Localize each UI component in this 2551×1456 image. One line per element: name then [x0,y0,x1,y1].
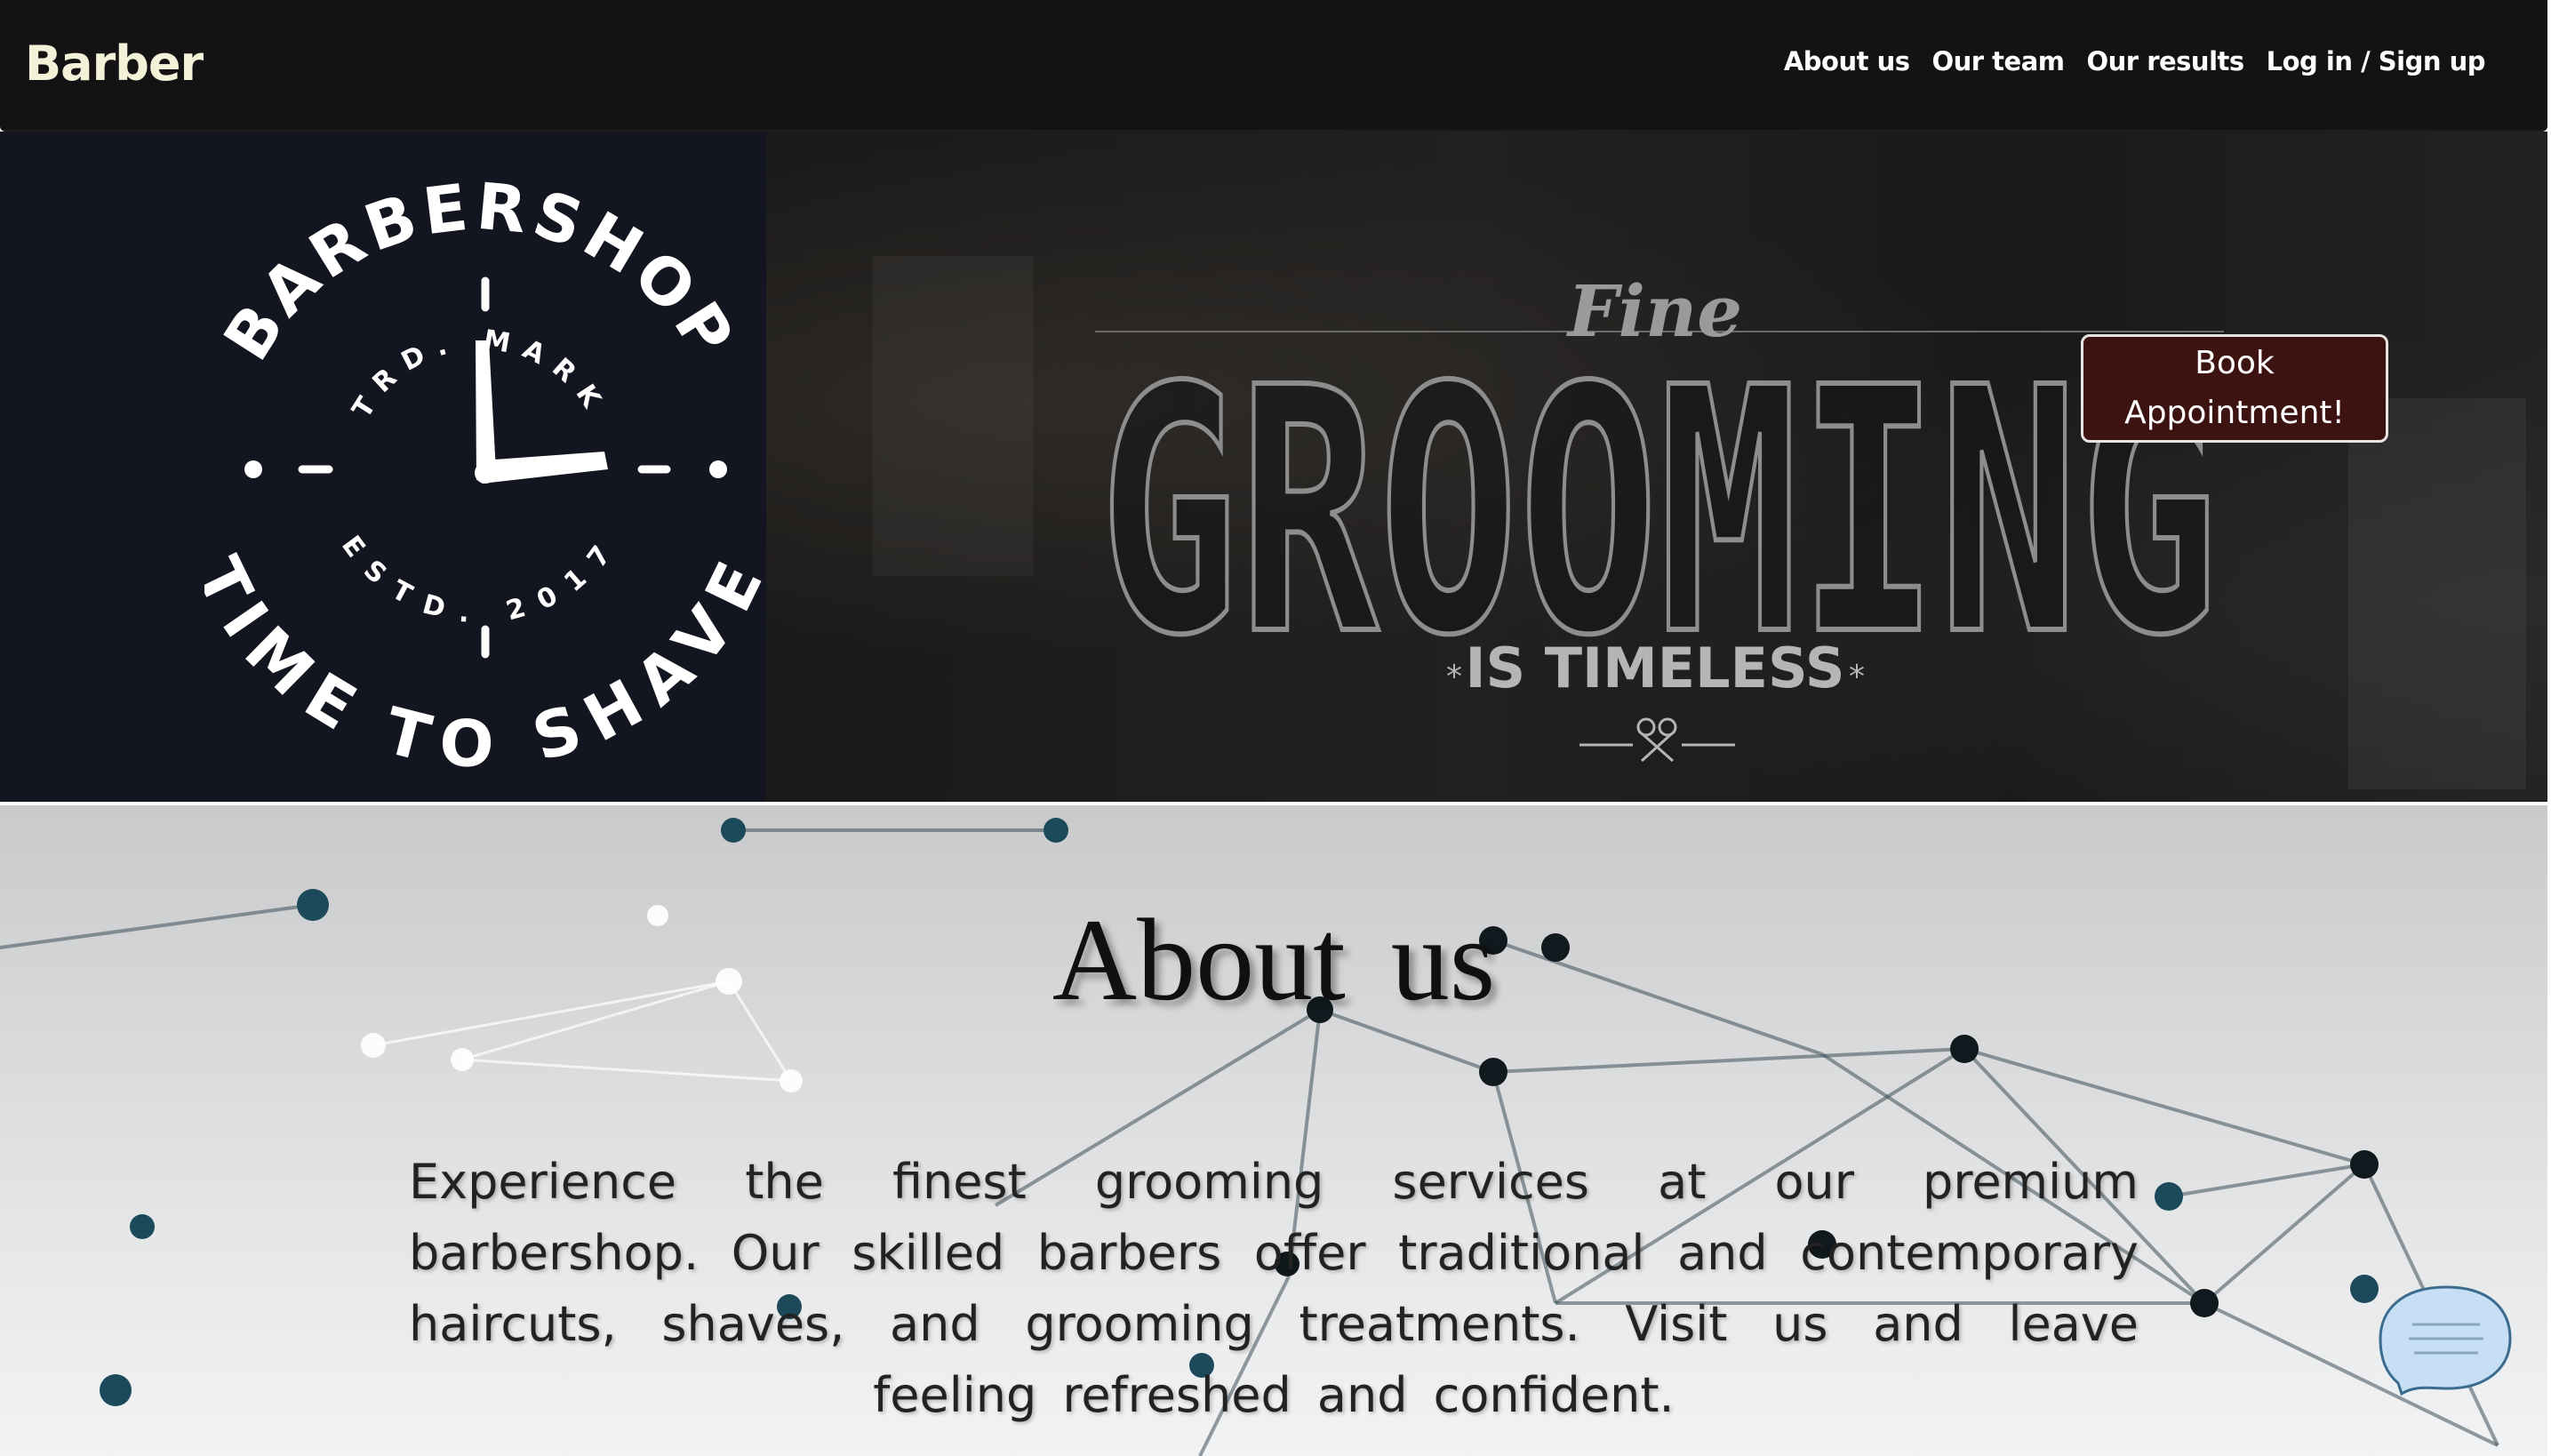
barbershop-logo-panel: BARBERSHOP TIME TO SHAVE TRD. MARK ESTD.… [0,132,773,802]
svg-text:TIME TO SHAVE: TIME TO SHAVE [204,546,773,780]
banner-tagline: IS TIMELESS [1465,636,1844,700]
about-us-section: About us Experience the finest grooming … [0,805,2547,1456]
hero-section: BARBERSHOP TIME TO SHAVE TRD. MARK ESTD.… [0,132,2547,802]
nav-link-our-results[interactable]: Our results [2087,46,2245,76]
svg-text:*: * [1446,659,1462,695]
clock-dot-left [244,460,262,478]
svg-text:*: * [1849,659,1865,695]
logo-bottom-arc-text: TIME TO SHAVE [204,546,773,780]
nav-link-login-signup[interactable]: Log in / Sign up [2267,46,2486,76]
brand-logo[interactable]: Barber [25,36,204,92]
grooming-banner: Fine GROOMING IS TIMELESS * * [766,132,2547,802]
navbar: Barber About us Our team Our results Log… [0,0,2547,132]
clock-dot-right [709,460,727,478]
logo-inner-bottom-text: ESTD. 2017 [335,530,612,629]
barbershop-clock-logo: BARBERSHOP TIME TO SHAVE TRD. MARK ESTD.… [204,169,773,780]
about-us-description: Experience the finest grooming services … [409,1154,2139,1423]
book-appointment-button[interactable]: Book Appointment! [2081,334,2388,443]
nav-links: About us Our team Our results Log in / S… [1784,46,2486,76]
nav-link-about-us[interactable]: About us [1784,46,1910,76]
nav-link-our-team[interactable]: Our team [1931,46,2065,76]
chat-button[interactable] [2375,1280,2517,1404]
grooming-banner-graphic: Fine GROOMING IS TIMELESS * * [766,132,2547,802]
svg-text:ESTD. 2017: ESTD. 2017 [335,530,624,629]
about-us-title: About us [1052,894,1496,1025]
chat-bubble-icon [2379,1285,2512,1396]
